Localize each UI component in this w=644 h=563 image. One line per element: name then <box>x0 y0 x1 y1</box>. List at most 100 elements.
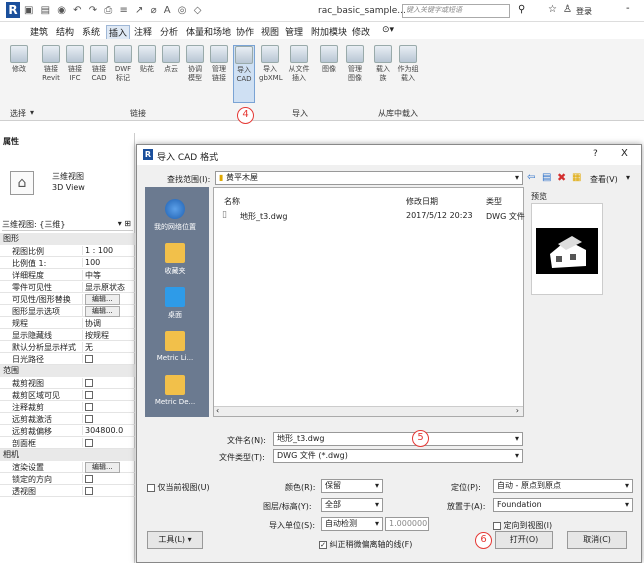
tab-structure[interactable]: 结构 <box>56 25 74 38</box>
units-select[interactable]: 自动检测 ▾ <box>321 517 383 531</box>
property-row[interactable]: 详细程度 中等 <box>0 269 135 281</box>
tab-manage[interactable]: 管理 <box>285 25 303 38</box>
star-icon[interactable]: ☆ <box>548 4 557 15</box>
checkbox-box[interactable] <box>85 486 93 495</box>
property-edit-button[interactable]: 编辑... <box>82 294 135 305</box>
property-row[interactable]: 日光路径 <box>0 353 135 365</box>
property-value[interactable]: 协调 <box>82 318 135 329</box>
login-link[interactable]: 登录 <box>576 6 592 17</box>
file-list[interactable]: 名称 修改日期 类型 ▯ 地形_t3.dwg 2017/5/12 20:23 D… <box>213 187 525 417</box>
property-value[interactable]: 100 <box>82 258 135 267</box>
property-row[interactable]: 远剪裁激活 <box>0 413 135 425</box>
user-icon[interactable]: ♙ <box>563 4 572 15</box>
manage-images-button[interactable]: 管理 图像 <box>344 45 366 83</box>
minimize-icon[interactable]: - <box>626 3 630 14</box>
new-folder-icon[interactable]: ▦ <box>572 172 581 183</box>
section-camera[interactable]: 相机 <box>0 449 135 461</box>
checkbox-box[interactable] <box>85 474 93 483</box>
orient-view-checkbox[interactable]: 定向到视图(I) <box>493 520 552 531</box>
property-checkbox[interactable] <box>82 486 135 495</box>
correct-lines-checkbox[interactable]: ✓ 纠正稍微偏离轴的线(F) <box>319 539 412 550</box>
property-row[interactable]: 图形显示选项 编辑... <box>0 305 135 317</box>
property-checkbox[interactable] <box>82 438 135 447</box>
column-type[interactable]: 类型 <box>486 196 502 207</box>
tab-addins[interactable]: 附加模块 <box>311 25 347 38</box>
panel-select-label[interactable]: 选择 <box>10 108 26 119</box>
property-value[interactable]: 304800.0 <box>82 426 135 435</box>
property-row[interactable]: 可见性/图形替换 编辑... <box>0 293 135 305</box>
property-edit-button[interactable]: 编辑... <box>82 306 135 317</box>
tab-more-icon[interactable]: ⊙▾ <box>382 25 394 35</box>
chevron-down-icon[interactable]: ▾ <box>515 433 519 445</box>
property-row[interactable]: 视图比例 1 : 100 <box>0 245 135 257</box>
panel-select-dropdown-icon[interactable]: ▾ <box>30 108 34 117</box>
edit-button[interactable]: 编辑... <box>85 294 120 305</box>
property-edit-button[interactable]: 编辑... <box>82 462 135 473</box>
tab-massing[interactable]: 体量和场地 <box>186 25 231 38</box>
property-checkbox[interactable] <box>82 414 135 423</box>
decal-button[interactable]: 贴花 <box>136 45 158 74</box>
tools-button[interactable]: 工具(L) ▾ <box>147 531 203 549</box>
property-row[interactable]: 显示隐藏线 按规程 <box>0 329 135 341</box>
horizontal-scrollbar[interactable]: ‹ › <box>214 406 523 416</box>
edit-type-icon[interactable]: ▾ ⊞ <box>118 219 131 228</box>
view-selector[interactable]: 三维视图: {三维} ▾ ⊞ <box>2 219 133 231</box>
tab-systems[interactable]: 系统 <box>82 25 100 38</box>
section-extents[interactable]: 范围 <box>0 365 135 377</box>
link-revit-button[interactable]: 链接 Revit <box>40 45 62 83</box>
chevron-down-icon[interactable]: ▾ <box>515 450 519 462</box>
tab-annotate[interactable]: 注释 <box>134 25 152 38</box>
link-cad-button[interactable]: 链接 CAD <box>88 45 110 83</box>
back-icon[interactable]: ⇦ <box>527 172 535 183</box>
views-chevron-icon[interactable]: ▾ <box>626 173 630 182</box>
property-row[interactable]: 注释裁剪 <box>0 401 135 413</box>
property-row[interactable]: 比例值 1: 100 <box>0 257 135 269</box>
checkbox-box[interactable] <box>85 378 93 387</box>
tab-collaborate[interactable]: 协作 <box>236 25 254 38</box>
coordination-model-button[interactable]: 协调 模型 <box>184 45 206 83</box>
filetype-select[interactable]: DWG 文件 (*.dwg) ▾ <box>273 449 523 463</box>
checkbox-checked[interactable]: ✓ <box>319 540 327 549</box>
help-button[interactable]: ? <box>593 149 598 159</box>
dwf-markup-button[interactable]: DWF 标记 <box>112 45 134 83</box>
checkbox-box[interactable] <box>85 402 93 411</box>
views-menu[interactable]: 查看(V) <box>590 174 618 185</box>
property-row[interactable]: 默认分析显示样式无 <box>0 341 135 353</box>
column-date[interactable]: 修改日期 <box>406 196 438 207</box>
tab-view[interactable]: 视图 <box>261 25 279 38</box>
units-scale-input[interactable]: 1.000000 <box>385 517 429 531</box>
search-input[interactable]: 键入关键字或短语 <box>402 4 510 18</box>
property-row[interactable]: 透视图 <box>0 485 135 497</box>
current-view-only-checkbox[interactable]: 仅当前视图(U) <box>147 482 210 493</box>
import-gbxml-button[interactable]: 导入 gbXML <box>259 45 283 83</box>
column-name[interactable]: 名称 <box>224 196 240 207</box>
tab-insert[interactable]: 插入 <box>106 25 131 40</box>
quick-access-toolbar[interactable]: ▣ ▤ ◉ ↶ ↷ ⎙ ≡ ↗ ⌀ A ◎ ◇ <box>24 5 203 16</box>
property-row[interactable]: 零件可见性 显示原状态 <box>0 281 135 293</box>
insert-from-file-button[interactable]: 从文件 插入 <box>288 45 310 83</box>
image-button[interactable]: 图像 <box>318 45 340 74</box>
checkbox-box[interactable] <box>147 483 155 492</box>
manage-links-button[interactable]: 管理 链接 <box>208 45 230 83</box>
property-value[interactable]: 按规程 <box>82 330 135 341</box>
checkbox-box[interactable] <box>493 521 501 530</box>
property-checkbox[interactable] <box>82 378 135 387</box>
place-desktop[interactable]: 桌面 <box>147 287 203 320</box>
property-value[interactable]: 无 <box>82 342 135 353</box>
property-row[interactable]: 锁定的方向 <box>0 473 135 485</box>
positioning-select[interactable]: 自动 - 原点到原点 ▾ <box>493 479 633 493</box>
tab-analyze[interactable]: 分析 <box>160 25 178 38</box>
placeat-select[interactable]: Foundation ▾ <box>493 498 633 512</box>
property-checkbox[interactable] <box>82 390 135 399</box>
colors-select[interactable]: 保留 ▾ <box>321 479 383 493</box>
property-row[interactable]: 剖面框 <box>0 437 135 449</box>
checkbox-box[interactable] <box>85 354 93 363</box>
checkbox-box[interactable] <box>85 414 93 423</box>
revit-logo[interactable]: R <box>6 2 20 18</box>
scroll-right-icon[interactable]: › <box>516 406 519 415</box>
edit-button[interactable]: 编辑... <box>85 306 120 317</box>
file-row[interactable]: ▯ 地形_t3.dwg 2017/5/12 20:23 DWG 文件 <box>218 210 525 223</box>
checkbox-box[interactable] <box>85 438 93 447</box>
edit-button[interactable]: 编辑... <box>85 462 120 473</box>
modify-button[interactable]: 修改 <box>8 45 30 74</box>
